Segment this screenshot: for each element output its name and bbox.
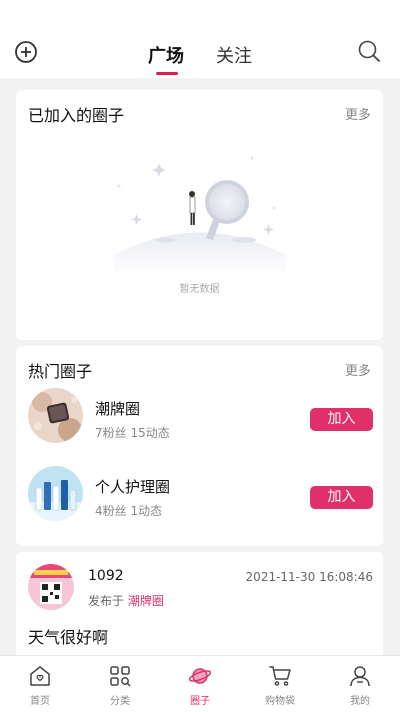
circle-name: 潮牌圈 xyxy=(95,400,141,418)
tabbar-item-cart[interactable]: 购物袋 xyxy=(240,656,320,712)
cart-icon xyxy=(269,666,291,686)
planet-icon xyxy=(188,668,212,684)
post-timestamp: 2021-11-30 16:08:46 xyxy=(245,570,373,584)
user-avatar[interactable] xyxy=(28,564,74,610)
circle-stats: 7粉丝 15动态 xyxy=(95,426,170,440)
empty-state-text: 暂无数据 xyxy=(179,284,220,295)
post-source-prefix: 发布于 xyxy=(88,594,128,608)
tabbar-label: 圈子 xyxy=(190,696,210,707)
tabbar-label: 购物袋 xyxy=(265,696,295,707)
tabbar-item-home[interactable]: 首页 xyxy=(0,656,80,712)
post-username[interactable]: 1092 xyxy=(88,568,124,584)
tabbar-label: 首页 xyxy=(30,696,50,707)
bottom-tab-bar: 首页 分类 圈子 购物袋 我的 xyxy=(0,655,400,712)
top-bar: 广场 关注 xyxy=(0,0,400,78)
tabbar-item-category[interactable]: 分类 xyxy=(80,656,160,712)
join-button[interactable]: 加入 xyxy=(310,408,373,431)
joined-circles-card: 已加入的圈子 更多 暂无数据 xyxy=(16,90,383,340)
circle-avatar xyxy=(28,388,83,443)
post-card[interactable]: 1092 2021-11-30 16:08:46 发布于 潮牌圈 天气很好啊 xyxy=(16,552,383,662)
hot-circles-title: 热门圈子 xyxy=(28,362,93,381)
post-content: 天气很好啊 xyxy=(28,628,109,647)
hot-circles-card: 热门圈子 更多 潮牌圈 7粉丝 15动态 加入 个人护理圈 4粉丝 1动态 加入 xyxy=(16,346,383,546)
empty-state-illustration xyxy=(114,156,286,275)
empty-state: 暂无数据 xyxy=(16,90,383,340)
tabbar-label: 分类 xyxy=(110,696,130,707)
circle-avatar xyxy=(28,466,83,521)
join-button[interactable]: 加入 xyxy=(310,486,373,509)
hot-circles-more-link[interactable]: 更多 xyxy=(345,360,371,379)
post-source: 发布于 潮牌圈 xyxy=(88,592,164,609)
circle-name: 个人护理圈 xyxy=(95,478,171,496)
category-icon xyxy=(110,666,131,687)
search-icon[interactable] xyxy=(357,39,381,63)
post-source-circle-link[interactable]: 潮牌圈 xyxy=(128,594,164,608)
circle-item-trendy[interactable]: 潮牌圈 7粉丝 15动态 加入 xyxy=(28,388,373,448)
tabbar-label: 我的 xyxy=(350,696,370,707)
circle-item-personal-care[interactable]: 个人护理圈 4粉丝 1动态 加入 xyxy=(28,466,373,526)
tab-square[interactable]: 广场 xyxy=(148,42,184,68)
circle-stats: 4粉丝 1动态 xyxy=(95,504,163,518)
tabbar-item-me[interactable]: 我的 xyxy=(320,656,400,712)
active-tab-indicator xyxy=(156,72,178,75)
user-icon xyxy=(350,666,370,687)
tab-follow[interactable]: 关注 xyxy=(216,42,252,68)
tabbar-item-circle[interactable]: 圈子 xyxy=(160,656,240,712)
home-icon xyxy=(30,666,50,686)
add-circle-icon[interactable] xyxy=(14,40,38,64)
